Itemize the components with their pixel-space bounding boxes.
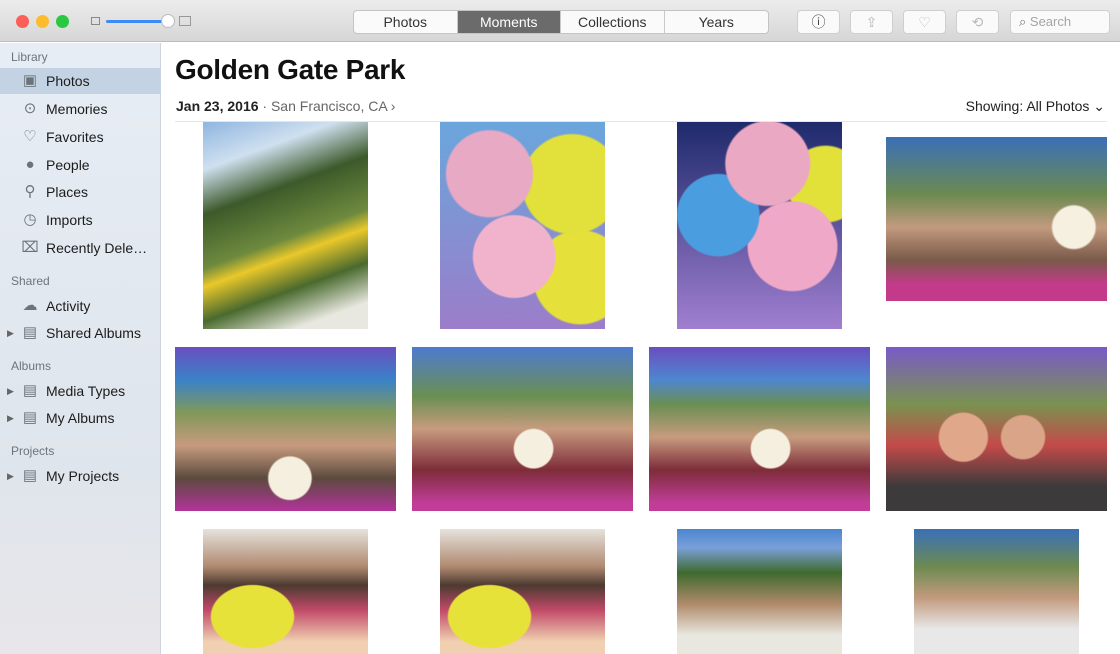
photo-thumbnail[interactable] <box>203 122 368 329</box>
small-thumbnail-icon <box>91 17 100 25</box>
moment-location[interactable]: San Francisco, CA <box>271 98 387 114</box>
album-icon: ▤ <box>22 409 38 426</box>
sidebar: Library ▣ Photos ⊙ Memories ♡ Favorites ● Pe… <box>0 43 161 654</box>
photo-thumbnail[interactable] <box>886 347 1107 511</box>
search-placeholder: Search <box>1029 14 1072 29</box>
disclosure-triangle-icon[interactable]: ▶ <box>7 378 14 404</box>
showing-filter[interactable]: Showing: All Photos ⌄ <box>966 98 1105 115</box>
sidebar-item-photos[interactable]: ▣ Photos <box>0 68 161 94</box>
close-button[interactable] <box>16 15 29 28</box>
sidebar-item-places[interactable]: ⚲ Places <box>0 179 161 205</box>
info-button[interactable]: ⓘ <box>797 10 840 34</box>
zoom-button[interactable] <box>56 15 69 28</box>
share-icon: ⇪ <box>865 14 878 30</box>
search-icon: ⌕ <box>1019 14 1030 29</box>
sidebar-item-my-projects[interactable]: ▶ ▤ My Projects <box>0 463 161 489</box>
photo-thumbnail[interactable] <box>886 137 1107 301</box>
showing-label: Showing: All Photos <box>965 98 1090 114</box>
sidebar-item-label: My Albums <box>46 410 115 426</box>
memories-icon: ⊙ <box>23 100 37 117</box>
photo-thumbnail[interactable] <box>440 122 605 329</box>
photo-thumbnail[interactable] <box>175 347 396 511</box>
sidebar-item-label: Photos <box>46 73 90 89</box>
sidebar-item-label: Favorites <box>46 129 104 145</box>
heart-icon: ♡ <box>23 128 37 145</box>
library-header: Library <box>11 50 48 64</box>
toolbar: Photos Moments Collections Years ⓘ ⇪ ♡ ⟲… <box>0 0 1120 42</box>
clock-icon: ◷ <box>23 211 37 228</box>
tab-years[interactable]: Years <box>665 11 769 33</box>
rotate-icon: ⟲ <box>971 14 984 30</box>
heart-icon: ♡ <box>918 14 931 30</box>
rotate-button[interactable]: ⟲ <box>956 10 999 34</box>
pin-icon: ⚲ <box>24 183 36 200</box>
sidebar-item-activity[interactable]: ☁ Activity <box>0 293 161 319</box>
sidebar-item-label: Memories <box>46 101 108 117</box>
trash-icon: ⌧ <box>21 239 39 256</box>
photo-thumbnail[interactable] <box>203 529 368 654</box>
photo-thumbnail[interactable] <box>440 529 605 654</box>
disclosure-triangle-icon[interactable]: ▶ <box>7 405 14 431</box>
info-icon: ⓘ <box>811 14 826 30</box>
photo-thumbnail[interactable] <box>649 347 870 511</box>
albums-header: Albums <box>11 359 52 373</box>
album-icon: ▤ <box>22 324 38 341</box>
sidebar-item-label: People <box>46 157 90 173</box>
chevron-down-icon: ⌄ <box>1093 98 1105 114</box>
sidebar-item-label: Places <box>46 184 89 200</box>
photo-thumbnail[interactable] <box>412 347 633 511</box>
moment-subtitle: Jan 23, 2016 · San Francisco, CA › <box>176 98 395 114</box>
tab-moments[interactable]: Moments <box>457 11 561 33</box>
photo-thumbnail[interactable] <box>914 529 1079 654</box>
sidebar-item-shared-albums[interactable]: ▶ ▤ Shared Albums <box>0 320 161 346</box>
view-tabs: Photos Moments Collections Years <box>353 10 769 34</box>
sidebar-item-my-albums[interactable]: ▶ ▤ My Albums <box>0 405 161 431</box>
cloud-icon: ☁ <box>22 297 38 314</box>
share-button[interactable]: ⇪ <box>850 10 893 34</box>
disclosure-triangle-icon[interactable]: ▶ <box>7 320 14 346</box>
favorite-button[interactable]: ♡ <box>903 10 946 34</box>
sidebar-item-label: Recently Dele… <box>46 240 148 256</box>
photo-thumbnail[interactable] <box>677 122 842 329</box>
sidebar-item-label: Shared Albums <box>46 325 141 341</box>
sidebar-item-label: Media Types <box>46 383 126 399</box>
moment-date: Jan 23, 2016 <box>176 98 259 114</box>
minimize-button[interactable] <box>36 15 49 28</box>
search-field[interactable]: ⌕ Search <box>1010 10 1110 34</box>
zoom-slider-knob[interactable] <box>161 14 175 28</box>
shared-header: Shared <box>11 274 50 288</box>
sidebar-item-label: Imports <box>46 212 93 228</box>
sidebar-item-recently-deleted[interactable]: ⌧ Recently Dele… <box>0 235 161 261</box>
sidebar-item-imports[interactable]: ◷ Imports <box>0 207 161 233</box>
sidebar-item-label: My Projects <box>46 468 120 484</box>
sidebar-item-favorites[interactable]: ♡ Favorites <box>0 124 161 150</box>
disclosure-triangle-icon[interactable]: ▶ <box>7 463 14 489</box>
moment-title: Golden Gate Park <box>175 54 406 85</box>
sidebar-item-media-types[interactable]: ▶ ▤ Media Types <box>0 378 161 404</box>
chevron-right-icon[interactable]: › <box>391 98 396 114</box>
large-thumbnail-icon <box>179 16 191 26</box>
projects-header: Projects <box>11 444 55 458</box>
person-icon: ● <box>25 156 35 173</box>
album-icon: ▤ <box>22 382 38 399</box>
separator: · <box>262 98 268 114</box>
photo-thumbnail[interactable] <box>677 529 842 654</box>
photos-icon: ▣ <box>22 72 38 89</box>
tab-collections[interactable]: Collections <box>561 11 665 33</box>
album-icon: ▤ <box>22 467 38 484</box>
sidebar-item-people[interactable]: ● People <box>0 152 161 178</box>
zoom-slider[interactable] <box>106 20 168 23</box>
sidebar-item-label: Activity <box>46 298 91 314</box>
tab-photos[interactable]: Photos <box>354 11 458 33</box>
sidebar-item-memories[interactable]: ⊙ Memories <box>0 96 161 122</box>
